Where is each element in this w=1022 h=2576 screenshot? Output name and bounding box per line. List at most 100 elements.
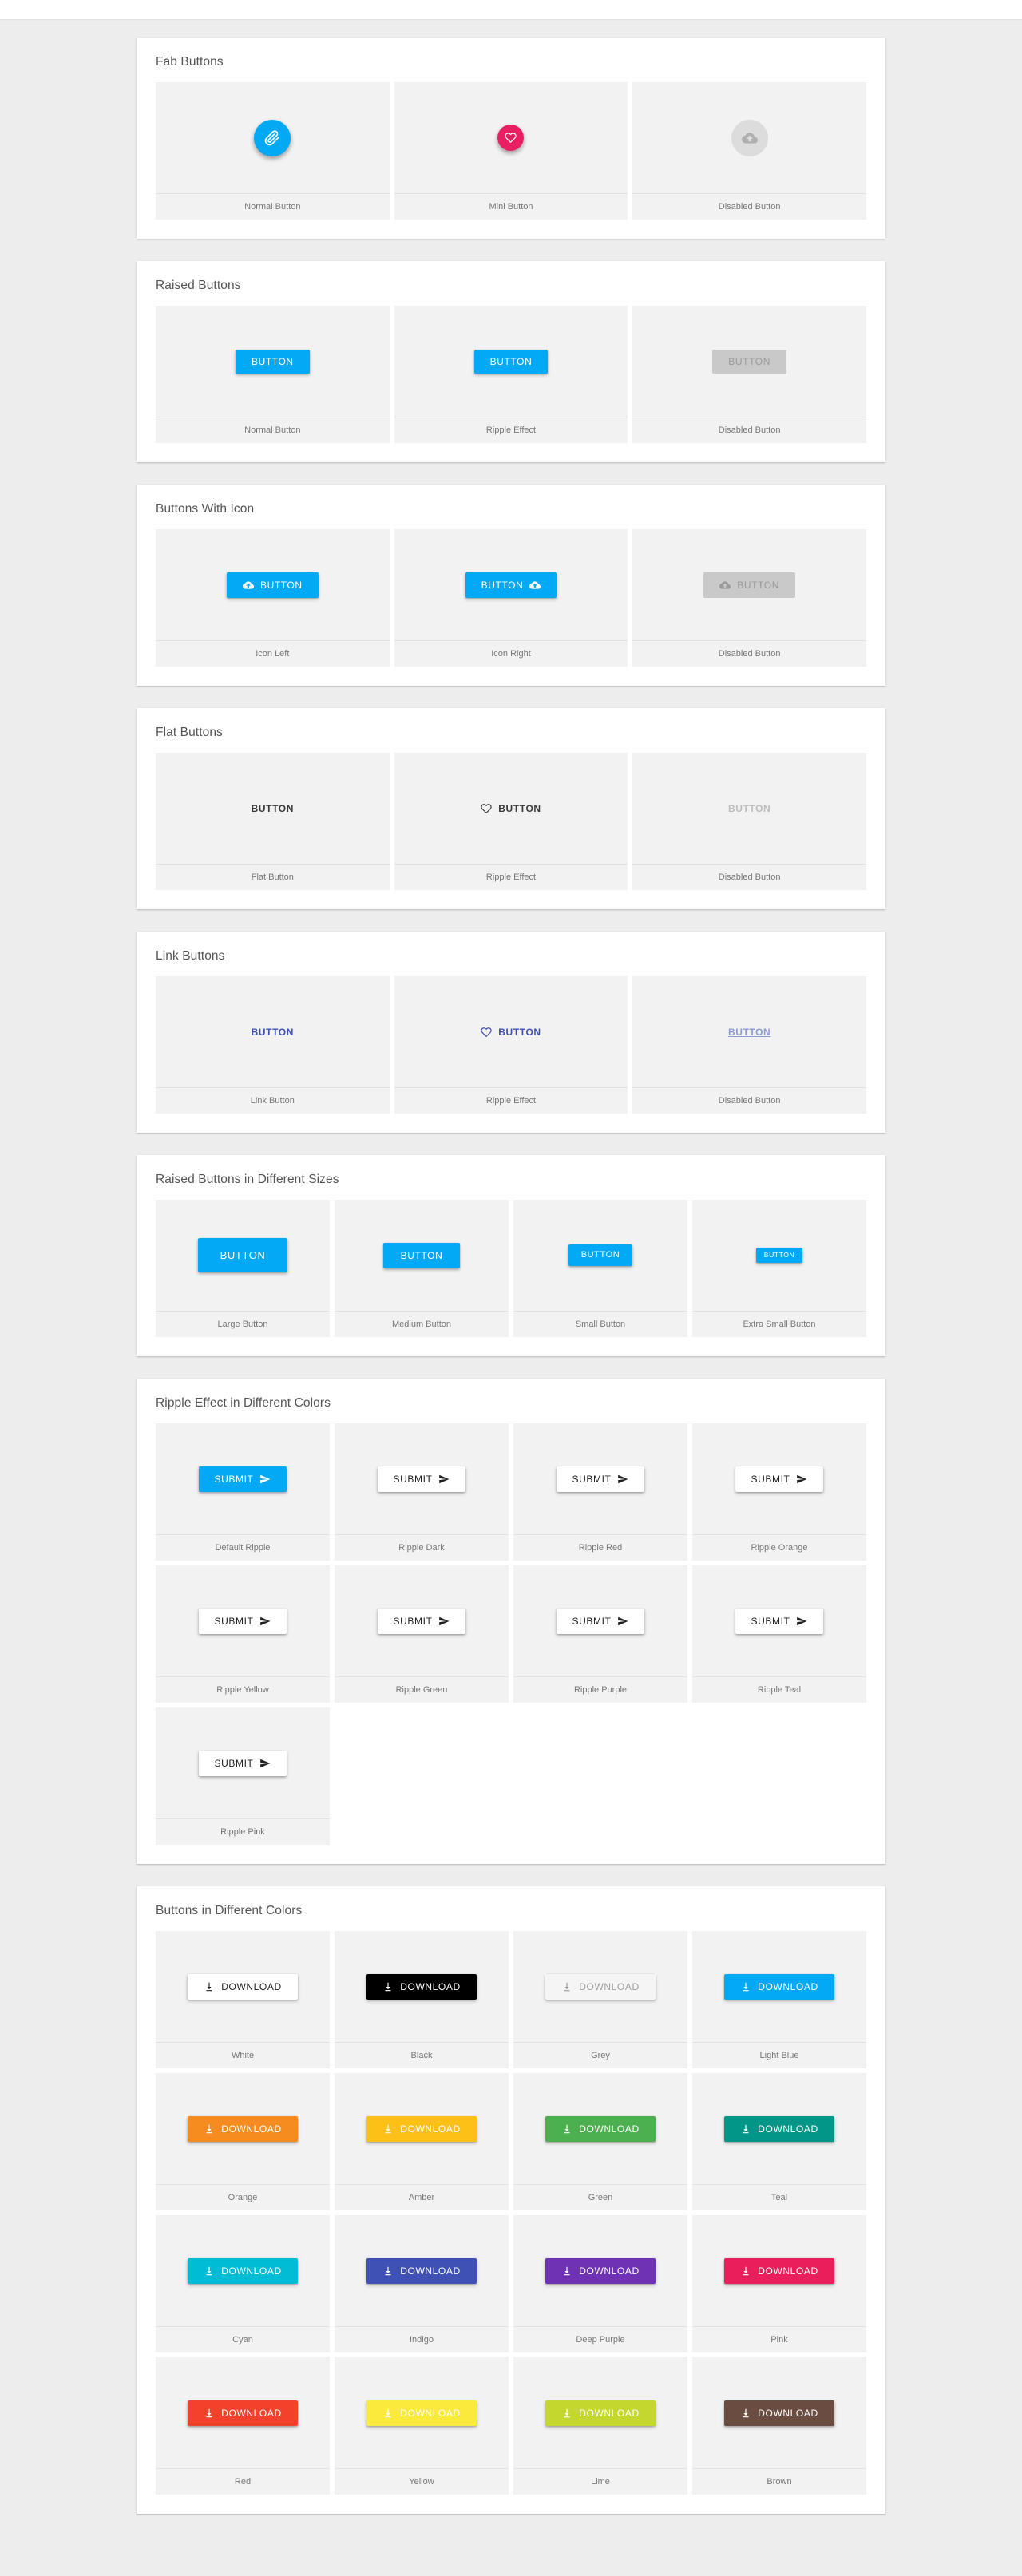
demo-area: DOWNLOAD bbox=[156, 2215, 330, 2327]
section-card: Ripple Effect in Different Colors SUBMIT… bbox=[137, 1379, 885, 1864]
demo-caption: Medium Button bbox=[392, 1320, 451, 1329]
color-button[interactable]: DOWNLOAD bbox=[366, 1973, 477, 2000]
send-icon bbox=[259, 1616, 271, 1627]
demo-area: BUTTON bbox=[394, 529, 628, 641]
color-button[interactable]: DOWNLOAD bbox=[724, 2400, 834, 2426]
section-card: Link Buttons BUTTON Link Button BUTTON R… bbox=[137, 932, 885, 1133]
link-button[interactable]: BUTTON bbox=[236, 1020, 310, 1044]
button-label: SUBMIT bbox=[751, 1615, 790, 1627]
demo-caption: Ripple Orange bbox=[751, 1543, 808, 1553]
demo-area: DOWNLOAD bbox=[156, 2073, 330, 2185]
color-button[interactable]: DOWNLOAD bbox=[188, 2400, 298, 2426]
button-label: BUTTON bbox=[763, 1251, 795, 1260]
demo-caption: Ripple Pink bbox=[220, 1827, 265, 1837]
link-button[interactable]: BUTTON bbox=[465, 1019, 557, 1045]
flat-button[interactable]: BUTTON bbox=[236, 797, 310, 821]
color-button[interactable]: DOWNLOAD bbox=[188, 1973, 298, 2000]
fab-button[interactable] bbox=[497, 125, 525, 151]
color-button[interactable]: DOWNLOAD bbox=[545, 2400, 656, 2426]
section-card: Buttons With Icon BUTTON Icon Left BUTTO… bbox=[137, 485, 885, 686]
section-card: Raised Buttons BUTTON Normal Button BUTT… bbox=[137, 261, 885, 462]
ripple-button[interactable]: SUBMIT bbox=[556, 1608, 645, 1634]
button-label: BUTTON bbox=[251, 355, 294, 367]
raised-icon-button[interactable]: BUTTON bbox=[226, 572, 319, 598]
demo-tile: Disabled Button bbox=[632, 82, 866, 220]
color-button[interactable]: DOWNLOAD bbox=[188, 2257, 298, 2284]
color-button[interactable]: DOWNLOAD bbox=[366, 2115, 477, 2142]
demo-area: DOWNLOAD bbox=[335, 2357, 509, 2469]
demo-tile: SUBMIT Ripple Red bbox=[513, 1423, 687, 1561]
demo-caption: Disabled Button bbox=[718, 202, 781, 212]
demo-tile: BUTTON Icon Right bbox=[394, 529, 628, 667]
color-button[interactable]: DOWNLOAD bbox=[724, 1973, 834, 2000]
color-button[interactable]: DOWNLOAD bbox=[188, 2115, 298, 2142]
ripple-button[interactable]: SUBMIT bbox=[735, 1466, 824, 1492]
send-icon bbox=[438, 1474, 450, 1485]
button-label: SUBMIT bbox=[214, 1615, 254, 1627]
raised-button[interactable]: BUTTON bbox=[235, 349, 310, 374]
ripple-button[interactable]: SUBMIT bbox=[556, 1466, 645, 1492]
color-button[interactable]: DOWNLOAD bbox=[366, 2400, 477, 2426]
heart-outline-icon bbox=[481, 1027, 492, 1038]
demo-area: DOWNLOAD bbox=[692, 2073, 866, 2185]
demo-tile: BUTTON Normal Button bbox=[156, 306, 390, 443]
raised-button: BUTTON bbox=[712, 349, 786, 374]
ripple-button[interactable]: SUBMIT bbox=[735, 1608, 824, 1634]
color-button[interactable]: DOWNLOAD bbox=[545, 2257, 656, 2284]
ripple-button[interactable]: SUBMIT bbox=[377, 1608, 466, 1634]
raised-icon-button[interactable]: BUTTON bbox=[465, 572, 557, 598]
demo-caption: Ripple Teal bbox=[757, 1685, 802, 1695]
paperclip-icon bbox=[264, 129, 280, 146]
demo-tile: DOWNLOAD Indigo bbox=[335, 2215, 509, 2352]
section-title: Buttons in Different Colors bbox=[156, 1904, 303, 1917]
link-button: BUTTON bbox=[712, 1020, 786, 1044]
flat-button[interactable]: BUTTON bbox=[465, 796, 557, 821]
demo-area bbox=[394, 82, 628, 194]
ripple-button[interactable]: SUBMIT bbox=[198, 1750, 287, 1776]
demo-caption: Ripple Green bbox=[395, 1685, 448, 1695]
fab-button[interactable] bbox=[254, 119, 291, 156]
color-button[interactable]: DOWNLOAD bbox=[366, 2257, 477, 2284]
top-bar bbox=[0, 0, 1022, 20]
demo-area bbox=[156, 82, 390, 194]
color-button[interactable]: DOWNLOAD bbox=[724, 2115, 834, 2142]
button-label: DOWNLOAD bbox=[758, 2407, 818, 2419]
demo-caption: Link Button bbox=[250, 1096, 295, 1106]
sized-button[interactable]: BUTTON bbox=[197, 1238, 288, 1272]
demo-area: BUTTON bbox=[335, 1200, 509, 1312]
sized-button[interactable]: BUTTON bbox=[755, 1248, 803, 1263]
cloud-upload-icon bbox=[242, 580, 254, 591]
raised-button[interactable]: BUTTON bbox=[473, 349, 549, 374]
color-button[interactable]: DOWNLOAD bbox=[545, 1973, 656, 2000]
demo-tile: DOWNLOAD Deep Purple bbox=[513, 2215, 687, 2352]
button-label: DOWNLOAD bbox=[579, 2123, 640, 2135]
download-icon bbox=[740, 2123, 751, 2135]
sized-button[interactable]: BUTTON bbox=[382, 1242, 461, 1268]
ripple-button[interactable]: SUBMIT bbox=[198, 1466, 287, 1492]
button-label: DOWNLOAD bbox=[221, 1980, 282, 1992]
demo-area: SUBMIT bbox=[513, 1565, 687, 1677]
button-label: DOWNLOAD bbox=[758, 1980, 818, 1992]
color-button[interactable]: DOWNLOAD bbox=[545, 2115, 656, 2142]
send-icon bbox=[796, 1616, 807, 1627]
raised-icon-button: BUTTON bbox=[703, 572, 795, 598]
download-icon bbox=[382, 2123, 394, 2135]
section-grid: BUTTON Normal Button BUTTON Ripple Effec… bbox=[137, 306, 885, 462]
ripple-button[interactable]: SUBMIT bbox=[377, 1466, 466, 1492]
sized-button[interactable]: BUTTON bbox=[568, 1244, 633, 1266]
section-card: Raised Buttons in Different Sizes BUTTON… bbox=[137, 1155, 885, 1356]
ripple-button[interactable]: SUBMIT bbox=[198, 1608, 287, 1634]
color-button[interactable]: DOWNLOAD bbox=[724, 2257, 834, 2284]
download-icon bbox=[204, 1981, 215, 1992]
demo-caption: Amber bbox=[408, 2193, 435, 2202]
demo-tile: BUTTON Link Button bbox=[156, 976, 390, 1114]
section-card: Flat Buttons BUTTON Flat Button BUTTON R… bbox=[137, 708, 885, 909]
demo-caption: Default Ripple bbox=[215, 1543, 271, 1553]
page-content: Fab Buttons Normal Button Mini Button Di… bbox=[0, 20, 1022, 2568]
demo-caption: Deep Purple bbox=[576, 2335, 625, 2345]
demo-area: DOWNLOAD bbox=[513, 2215, 687, 2327]
demo-caption: Ripple Purple bbox=[573, 1685, 628, 1695]
demo-tile: BUTTON Disabled Button bbox=[632, 529, 866, 667]
button-label: BUTTON bbox=[259, 579, 303, 591]
section-card: Fab Buttons Normal Button Mini Button Di… bbox=[137, 38, 885, 239]
